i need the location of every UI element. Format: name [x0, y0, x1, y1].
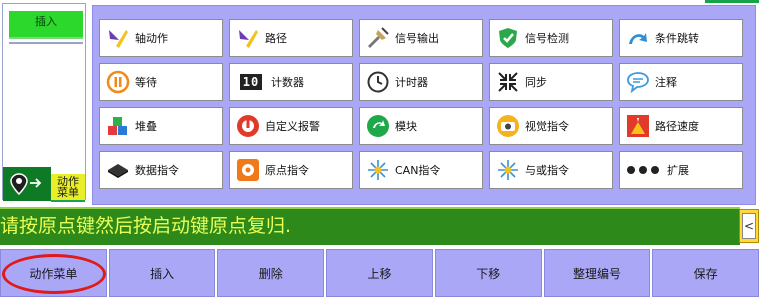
move-up-button[interactable]: 上移: [326, 249, 433, 297]
cell-label: 路径速度: [655, 120, 699, 133]
conditional-jump-icon: [626, 26, 650, 50]
comment-icon: [626, 70, 650, 94]
cell-label: 条件跳转: [655, 32, 699, 45]
extend-button[interactable]: 扩展: [619, 151, 743, 189]
motion-menu-tab[interactable]: 动作 菜单: [51, 174, 85, 202]
path-speed-icon: [626, 114, 650, 138]
signal-output-button[interactable]: 信号输出: [359, 19, 483, 57]
alarm-icon: [236, 114, 260, 138]
custom-alarm-button[interactable]: 自定义报警: [229, 107, 353, 145]
and-or-command-button[interactable]: 与或指令: [489, 151, 613, 189]
save-button[interactable]: 保存: [652, 249, 759, 297]
can-icon: [366, 158, 390, 182]
counter-button[interactable]: 10 计数器: [229, 63, 353, 101]
counter-display: 10: [239, 74, 263, 90]
cell-label: 路径: [265, 32, 287, 45]
cell-label: 自定义报警: [265, 120, 320, 133]
comment-button[interactable]: 注释: [619, 63, 743, 101]
signal-detect-button[interactable]: 信号检测: [489, 19, 613, 57]
origin-command-button[interactable]: 原点指令: [229, 151, 353, 189]
cell-label: 原点指令: [265, 164, 309, 177]
module-icon: [366, 114, 390, 138]
can-command-button[interactable]: CAN指令: [359, 151, 483, 189]
sync-button[interactable]: 同步: [489, 63, 613, 101]
timer-button[interactable]: 计时器: [359, 63, 483, 101]
insert-button[interactable]: 插入: [108, 249, 216, 297]
timer-icon: [366, 70, 390, 94]
cell-label: 信号输出: [395, 32, 439, 45]
motion-menu-line2: 菜单: [57, 186, 79, 199]
cell-label: 数据指令: [135, 164, 179, 177]
axis-motion-button[interactable]: 轴动作: [99, 19, 223, 57]
bottom-toolbar: 动作菜单 插入 删除 上移 下移 整理编号 保存: [0, 249, 759, 297]
module-button[interactable]: 模块: [359, 107, 483, 145]
origin-icon: [236, 158, 260, 182]
counter-icon: 10: [236, 70, 266, 94]
extend-icon: [626, 158, 662, 182]
cell-label: 注释: [655, 76, 677, 89]
cell-label: 视觉指令: [525, 120, 569, 133]
stack-icon: [106, 114, 130, 138]
cell-label: 模块: [395, 120, 417, 133]
path-speed-button[interactable]: 路径速度: [619, 107, 743, 145]
location-pin-icon: [10, 173, 42, 195]
command-panel: 轴动作 路径 信号输出 信号检测 条件跳转 等待 10 计数器 计时器 同步 注…: [92, 5, 756, 205]
cell-label: 与或指令: [525, 164, 569, 177]
status-message: 请按原点键然后按启动键原点复归.: [0, 207, 740, 245]
cell-label: CAN指令: [395, 164, 441, 177]
message-scroll-button[interactable]: <: [739, 209, 759, 243]
cell-label: 等待: [135, 76, 157, 89]
axis-motion-icon: [106, 26, 130, 50]
path-button[interactable]: 路径: [229, 19, 353, 57]
camera-icon: [496, 114, 520, 138]
data-icon: [106, 158, 130, 182]
pause-icon: [106, 70, 130, 94]
cell-label: 堆叠: [135, 120, 157, 133]
cell-label: 同步: [525, 76, 547, 89]
vision-command-button[interactable]: 视觉指令: [489, 107, 613, 145]
cell-label: 信号检测: [525, 32, 569, 45]
command-grid: 轴动作 路径 信号输出 信号检测 条件跳转 等待 10 计数器 计时器 同步 注…: [99, 19, 749, 189]
path-icon: [236, 26, 260, 50]
move-down-button[interactable]: 下移: [434, 249, 542, 297]
cell-label: 计数器: [271, 76, 304, 89]
delete-button[interactable]: 删除: [217, 249, 325, 297]
stack-button[interactable]: 堆叠: [99, 107, 223, 145]
renumber-button[interactable]: 整理编号: [543, 249, 651, 297]
motion-menu-button[interactable]: 动作菜单: [0, 249, 107, 297]
insert-tab[interactable]: 插入: [9, 11, 83, 39]
cell-label: 计时器: [395, 76, 428, 89]
conditional-jump-button[interactable]: 条件跳转: [619, 19, 743, 57]
and-or-icon: [496, 158, 520, 182]
cell-label: 轴动作: [135, 32, 168, 45]
sync-icon: [496, 70, 520, 94]
divider: [9, 42, 83, 44]
signal-output-icon: [366, 26, 390, 50]
chevron-left-icon: <: [742, 213, 756, 239]
corner-strip: [705, 0, 759, 3]
location-pin-button[interactable]: [3, 167, 51, 201]
data-command-button[interactable]: 数据指令: [99, 151, 223, 189]
left-panel: 插入 动作 菜单: [2, 3, 86, 202]
cell-label: 扩展: [667, 164, 689, 177]
wait-button[interactable]: 等待: [99, 63, 223, 101]
signal-detect-icon: [496, 26, 520, 50]
